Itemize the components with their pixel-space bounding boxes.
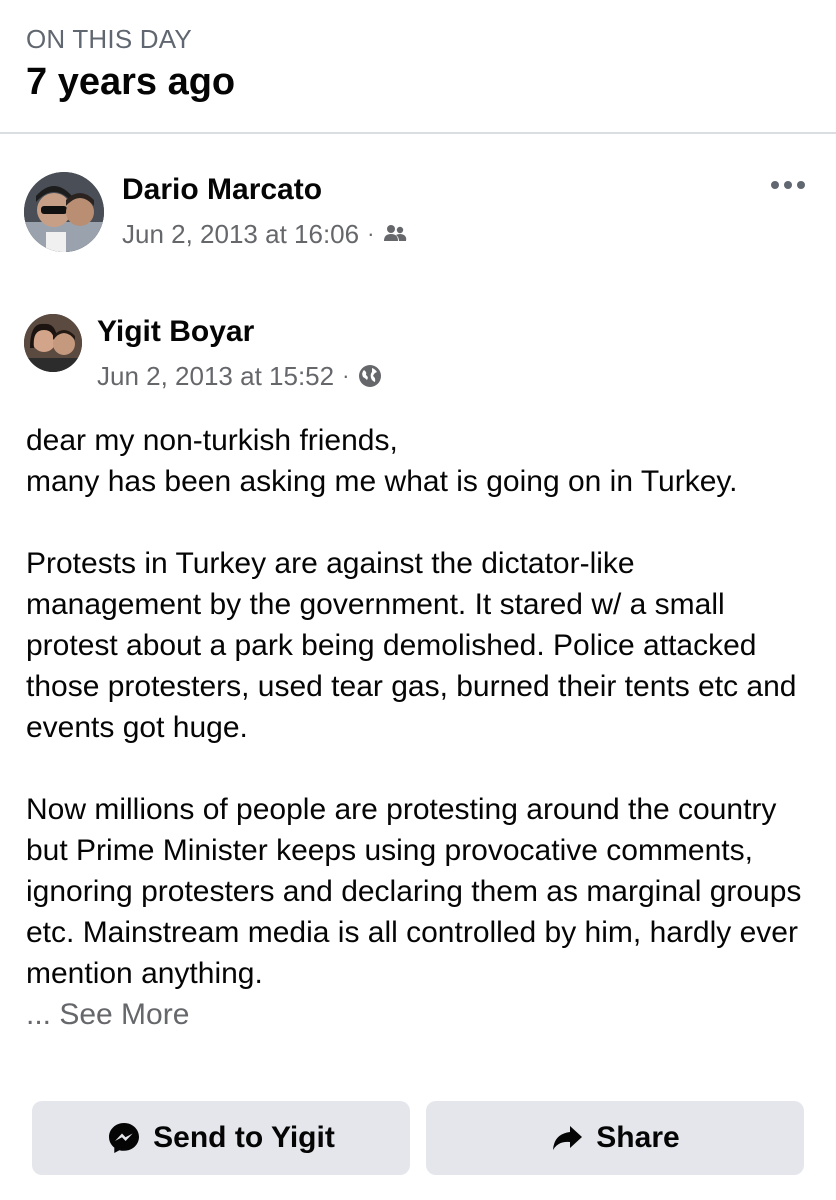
meta-separator: ·	[367, 221, 375, 246]
meta-separator: ·	[342, 363, 350, 388]
header-divider	[0, 132, 836, 134]
post-line: dear my non-turkish friends,	[26, 424, 398, 457]
shared-timestamp[interactable]: Jun 2, 2013 at 15:52	[97, 360, 334, 392]
send-to-yigit-button[interactable]: Send to Yigit	[32, 1101, 410, 1175]
memory-header: ON THIS DAY 7 years ago	[26, 22, 235, 106]
globe-icon	[357, 363, 383, 389]
shared-author-name[interactable]: Yigit Boyar	[97, 314, 254, 350]
post-author-name[interactable]: Dario Marcato	[122, 172, 322, 208]
memory-title: 7 years ago	[26, 61, 236, 103]
share-button[interactable]: Share	[426, 1101, 804, 1175]
shared-author-avatar[interactable]	[24, 314, 82, 372]
post-paragraph: Protests in Turkey are against the dicta…	[26, 547, 797, 744]
more-options-button[interactable]	[766, 170, 810, 202]
share-arrow-icon	[550, 1121, 584, 1155]
post-body: dear my non-turkish friends, many has be…	[26, 420, 816, 1035]
post-author-avatar[interactable]	[24, 172, 104, 252]
memory-kicker: ON THIS DAY	[26, 24, 192, 54]
messenger-icon	[107, 1121, 141, 1155]
shared-meta: Jun 2, 2013 at 15:52 ·	[97, 360, 383, 392]
share-button-label: Share	[596, 1121, 680, 1154]
friends-icon	[382, 221, 408, 247]
post-line: many has been asking me what is going on…	[26, 465, 738, 498]
post-paragraph: Now millions of people are protesting ar…	[26, 793, 802, 990]
send-button-label: Send to Yigit	[153, 1121, 335, 1154]
see-more-link[interactable]: ... See More	[26, 998, 189, 1031]
post-meta: Jun 2, 2013 at 16:06 ·	[122, 218, 408, 250]
more-options-icon	[770, 177, 806, 195]
post-timestamp[interactable]: Jun 2, 2013 at 16:06	[122, 218, 359, 250]
